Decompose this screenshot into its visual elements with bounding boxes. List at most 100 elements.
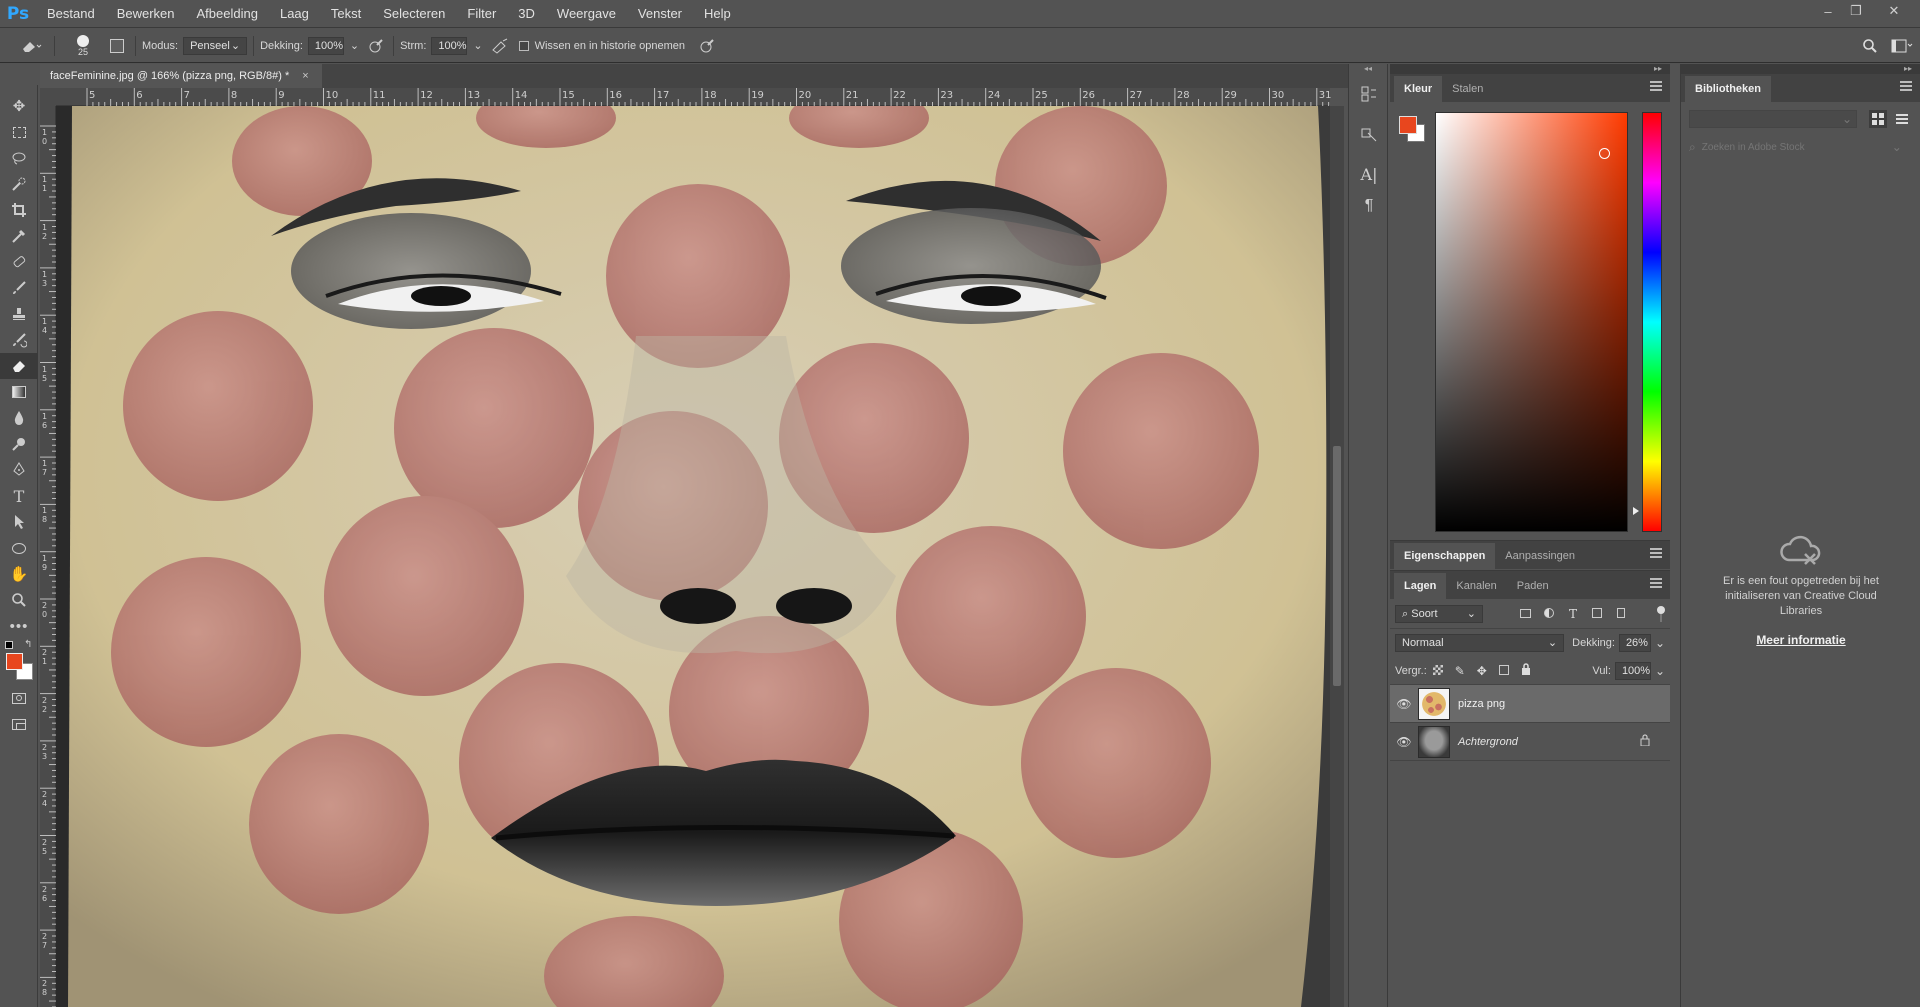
clone-stamp-tool-icon[interactable] (0, 301, 38, 327)
chevron-down-icon[interactable]: ⌄ (1892, 140, 1902, 154)
ellipse-tool-icon[interactable] (0, 535, 38, 561)
brush-preset-picker[interactable]: 25 (61, 34, 105, 57)
erase-history-checkbox[interactable] (518, 40, 529, 51)
stock-search-input[interactable] (1701, 141, 1892, 153)
mode-select[interactable]: Penseel ⌄ (183, 36, 248, 55)
collapse-arrows-icon[interactable]: ◂◂ (1349, 64, 1387, 74)
document-tab[interactable]: faceFeminine.jpg @ 166% (pizza png, RGB/… (40, 64, 322, 88)
move-tool-icon[interactable]: ✥ (0, 93, 38, 119)
tab-aanpassingen[interactable]: Aanpassingen (1495, 543, 1585, 569)
menu-laag[interactable]: Laag (269, 0, 320, 28)
marquee-tool-icon[interactable] (0, 119, 38, 145)
tab-stalen[interactable]: Stalen (1442, 76, 1493, 102)
foreground-color-swatch[interactable] (6, 653, 23, 670)
lock-image-pixels-icon[interactable]: ✎ (1449, 664, 1471, 678)
library-select[interactable]: ⌄ (1689, 110, 1857, 128)
blend-mode-select[interactable]: Normaal ⌄ (1395, 634, 1565, 652)
screen-mode-icon[interactable] (0, 711, 38, 737)
menu-filter[interactable]: Filter (456, 0, 507, 28)
path-selection-tool-icon[interactable] (0, 509, 38, 535)
brush-tool-icon[interactable] (0, 275, 38, 301)
default-colors-icon[interactable] (5, 641, 13, 649)
pen-tool-icon[interactable] (0, 457, 38, 483)
more-info-link[interactable]: Meer informatie (1681, 633, 1920, 647)
eraser-tool-preset-icon[interactable] (14, 38, 48, 54)
panel-menu-icon[interactable] (1650, 578, 1662, 588)
menu-selecteren[interactable]: Selecteren (372, 0, 456, 28)
airbrush-icon[interactable] (489, 37, 511, 55)
fill-field[interactable]: 100% (1614, 661, 1651, 680)
chevron-down-icon[interactable]: ⌄ (1655, 636, 1665, 650)
hue-slider-handle[interactable] (1633, 507, 1639, 515)
zoom-tool-icon[interactable] (0, 587, 38, 613)
restore-button[interactable]: ❐ (1842, 0, 1870, 22)
filter-adjustment-layer-icon[interactable] (1537, 607, 1561, 621)
gradient-tool-icon[interactable] (0, 379, 38, 405)
eraser-tool-icon[interactable] (0, 353, 38, 379)
lock-transparent-pixels-icon[interactable] (1427, 664, 1449, 678)
pressure-opacity-icon[interactable] (365, 37, 387, 55)
character-panel-icon[interactable]: A| (1349, 154, 1389, 194)
more-tools-icon[interactable]: ••• (0, 613, 38, 639)
color-picker-cursor[interactable] (1599, 148, 1610, 159)
layer-opacity-field[interactable]: 26% (1618, 634, 1651, 652)
eyedropper-tool-icon[interactable] (0, 223, 38, 249)
panel-foreground-color-swatch[interactable] (1399, 116, 1417, 134)
properties-panel-icon[interactable] (1349, 114, 1389, 154)
close-tab-icon[interactable]: × (302, 70, 308, 82)
filter-toggle-switch[interactable] (1657, 605, 1665, 622)
filter-type-layer-icon[interactable]: T (1561, 607, 1585, 621)
panel-menu-icon[interactable] (1650, 81, 1662, 91)
flow-field[interactable]: 100% (431, 36, 468, 55)
hand-tool-icon[interactable]: ✋ (0, 561, 38, 587)
type-tool-icon[interactable]: T (0, 483, 38, 509)
color-picker-field[interactable] (1435, 112, 1628, 532)
search-icon[interactable] (1856, 38, 1884, 54)
filter-smart-object-icon[interactable] (1609, 607, 1633, 621)
scroll-thumb[interactable] (1333, 446, 1341, 686)
tab-eigenschappen[interactable]: Eigenschappen (1394, 543, 1496, 569)
lock-position-icon[interactable]: ✥ (1471, 664, 1493, 678)
menu-afbeelding[interactable]: Afbeelding (186, 0, 269, 28)
tab-kleur[interactable]: Kleur (1394, 76, 1443, 102)
hue-slider[interactable] (1642, 112, 1662, 532)
lock-all-icon[interactable] (1515, 663, 1537, 678)
brush-panel-icon[interactable] (105, 36, 129, 56)
tab-paden[interactable]: Paden (1507, 573, 1559, 599)
layer-lock-icon[interactable] (1640, 734, 1650, 749)
menu-tekst[interactable]: Tekst (320, 0, 372, 28)
quick-mask-icon[interactable] (0, 685, 38, 711)
tab-kanalen[interactable]: Kanalen (1446, 573, 1506, 599)
crop-tool-icon[interactable] (0, 197, 38, 223)
panel-menu-icon[interactable] (1650, 548, 1662, 558)
filter-shape-layer-icon[interactable] (1585, 607, 1609, 621)
swap-colors-icon[interactable]: ↰ (24, 639, 32, 650)
menu-bestand[interactable]: Bestand (36, 0, 106, 28)
chevron-down-icon[interactable]: ⌄ (473, 39, 482, 52)
quick-selection-tool-icon[interactable] (0, 171, 38, 197)
menu-bewerken[interactable]: Bewerken (106, 0, 186, 28)
chevron-down-icon[interactable]: ⌄ (350, 39, 359, 52)
dodge-tool-icon[interactable] (0, 431, 38, 457)
lock-artboard-icon[interactable] (1493, 664, 1515, 678)
list-view-icon[interactable] (1893, 110, 1911, 128)
workspace-switcher-icon[interactable] (1884, 39, 1920, 53)
menu-venster[interactable]: Venster (627, 0, 693, 28)
blur-tool-icon[interactable] (0, 405, 38, 431)
pressure-size-icon[interactable] (693, 37, 721, 55)
lasso-tool-icon[interactable] (0, 145, 38, 171)
tab-lagen[interactable]: Lagen (1394, 573, 1447, 599)
tab-bibliotheken[interactable]: Bibliotheken (1685, 76, 1772, 102)
grid-view-icon[interactable] (1869, 110, 1887, 128)
menu-weergave[interactable]: Weergave (546, 0, 627, 28)
panel-collapse-icon[interactable]: ▸▸ (1390, 64, 1670, 74)
menu-3d[interactable]: 3D (507, 0, 546, 28)
layer-row-pizza[interactable]: 👁 pizza png (1390, 685, 1670, 723)
panel-collapse-icon[interactable]: ▸▸ (1681, 64, 1920, 74)
eye-icon[interactable]: 👁 (1390, 697, 1418, 711)
ruler-origin[interactable] (40, 88, 56, 106)
paragraph-panel-icon[interactable]: ¶ (1349, 194, 1389, 218)
filter-pixel-layer-icon[interactable] (1513, 607, 1537, 621)
history-panel-icon[interactable] (1349, 74, 1389, 114)
eye-icon[interactable]: 👁 (1390, 735, 1418, 749)
